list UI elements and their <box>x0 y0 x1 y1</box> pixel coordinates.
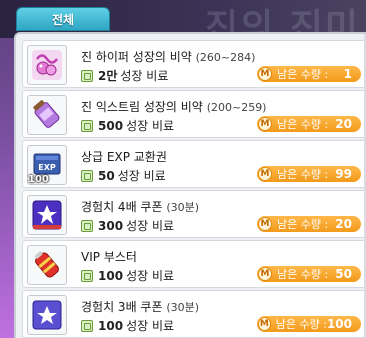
item-price: 500 성장 비료 <box>81 117 174 134</box>
list-item[interactable]: 진 하이퍼 성장의 비약 (260~284) 2만 성장 비료 M 남은 수량 :… <box>22 40 366 88</box>
m-badge-icon: M <box>258 67 272 81</box>
item-name: 상급 EXP 교환권 <box>81 150 167 164</box>
fertilizer-icon <box>81 219 93 232</box>
m-badge-icon: M <box>258 217 272 231</box>
m-badge-icon: M <box>258 167 272 181</box>
stock-count: 20 <box>335 117 352 131</box>
list-item[interactable]: 경험치 4배 쿠폰 (30분) 300 성장 비료 M 남은 수량 : 20 <box>22 190 366 238</box>
m-badge-icon: M <box>258 267 272 281</box>
item-price: 100 성장 비료 <box>81 317 174 334</box>
m-badge-icon: M <box>258 317 271 331</box>
icon-count: 100 <box>28 174 49 185</box>
item-name: 경험치 3배 쿠폰 (30분) <box>81 300 200 314</box>
exp-3x-coupon-icon <box>27 295 67 335</box>
stock-indicator: M 남은 수량 : 1 <box>257 66 361 82</box>
vip-booster-icon <box>27 245 67 285</box>
stock-count: 20 <box>335 217 352 231</box>
item-price: 50 성장 비료 <box>81 167 166 184</box>
exp-4x-coupon-icon <box>27 195 67 235</box>
fertilizer-icon <box>81 69 93 82</box>
shop-item-list: 진 하이퍼 성장의 비약 (260~284) 2만 성장 비료 M 남은 수량 :… <box>14 32 366 338</box>
list-item[interactable]: EXP 100 상급 EXP 교환권 50 성장 비료 M 남은 수량 : 99 <box>22 140 366 188</box>
stock-count: 100 <box>326 317 352 331</box>
fertilizer-icon <box>81 119 93 132</box>
stock-indicator: M 남은 수량 : 100 <box>257 316 361 332</box>
stock-indicator: M 남은 수량 : 99 <box>257 166 361 182</box>
item-price: 100 성장 비료 <box>81 267 174 284</box>
list-item[interactable]: 경험치 3배 쿠폰 (30분) 100 성장 비료 M 남은 수량 : 100 <box>22 290 366 338</box>
item-price: 2만 성장 비료 <box>81 67 168 84</box>
stock-indicator: M 남은 수량 : 20 <box>257 116 361 132</box>
list-item[interactable]: 진 익스트림 성장의 비약 (200~259) 500 성장 비료 M 남은 수량… <box>22 90 366 138</box>
fertilizer-icon <box>81 319 93 332</box>
tab-all[interactable]: 전체 <box>16 7 110 31</box>
extreme-growth-potion-icon <box>27 95 67 135</box>
item-name: VIP 부스터 <box>81 250 137 264</box>
hyper-growth-potion-icon <box>27 45 67 85</box>
exp-coupon-icon: EXP 100 <box>27 145 67 185</box>
item-name: 진 하이퍼 성장의 비약 (260~284) <box>81 50 256 64</box>
svg-text:EXP: EXP <box>38 163 56 172</box>
stock-count: 1 <box>343 67 352 81</box>
stock-indicator: M 남은 수량 : 20 <box>257 216 361 232</box>
m-badge-icon: M <box>258 117 272 131</box>
stock-indicator: M 남은 수량 : 50 <box>257 266 361 282</box>
item-name: 경험치 4배 쿠폰 (30분) <box>81 200 200 214</box>
item-price: 300 성장 비료 <box>81 217 174 234</box>
stock-count: 99 <box>335 167 352 181</box>
item-name: 진 익스트림 성장의 비약 (200~259) <box>81 100 267 114</box>
fertilizer-icon <box>81 169 93 182</box>
fertilizer-icon <box>81 269 93 282</box>
list-item[interactable]: VIP 부스터 100 성장 비료 M 남은 수량 : 50 <box>22 240 366 288</box>
stock-count: 50 <box>335 267 352 281</box>
